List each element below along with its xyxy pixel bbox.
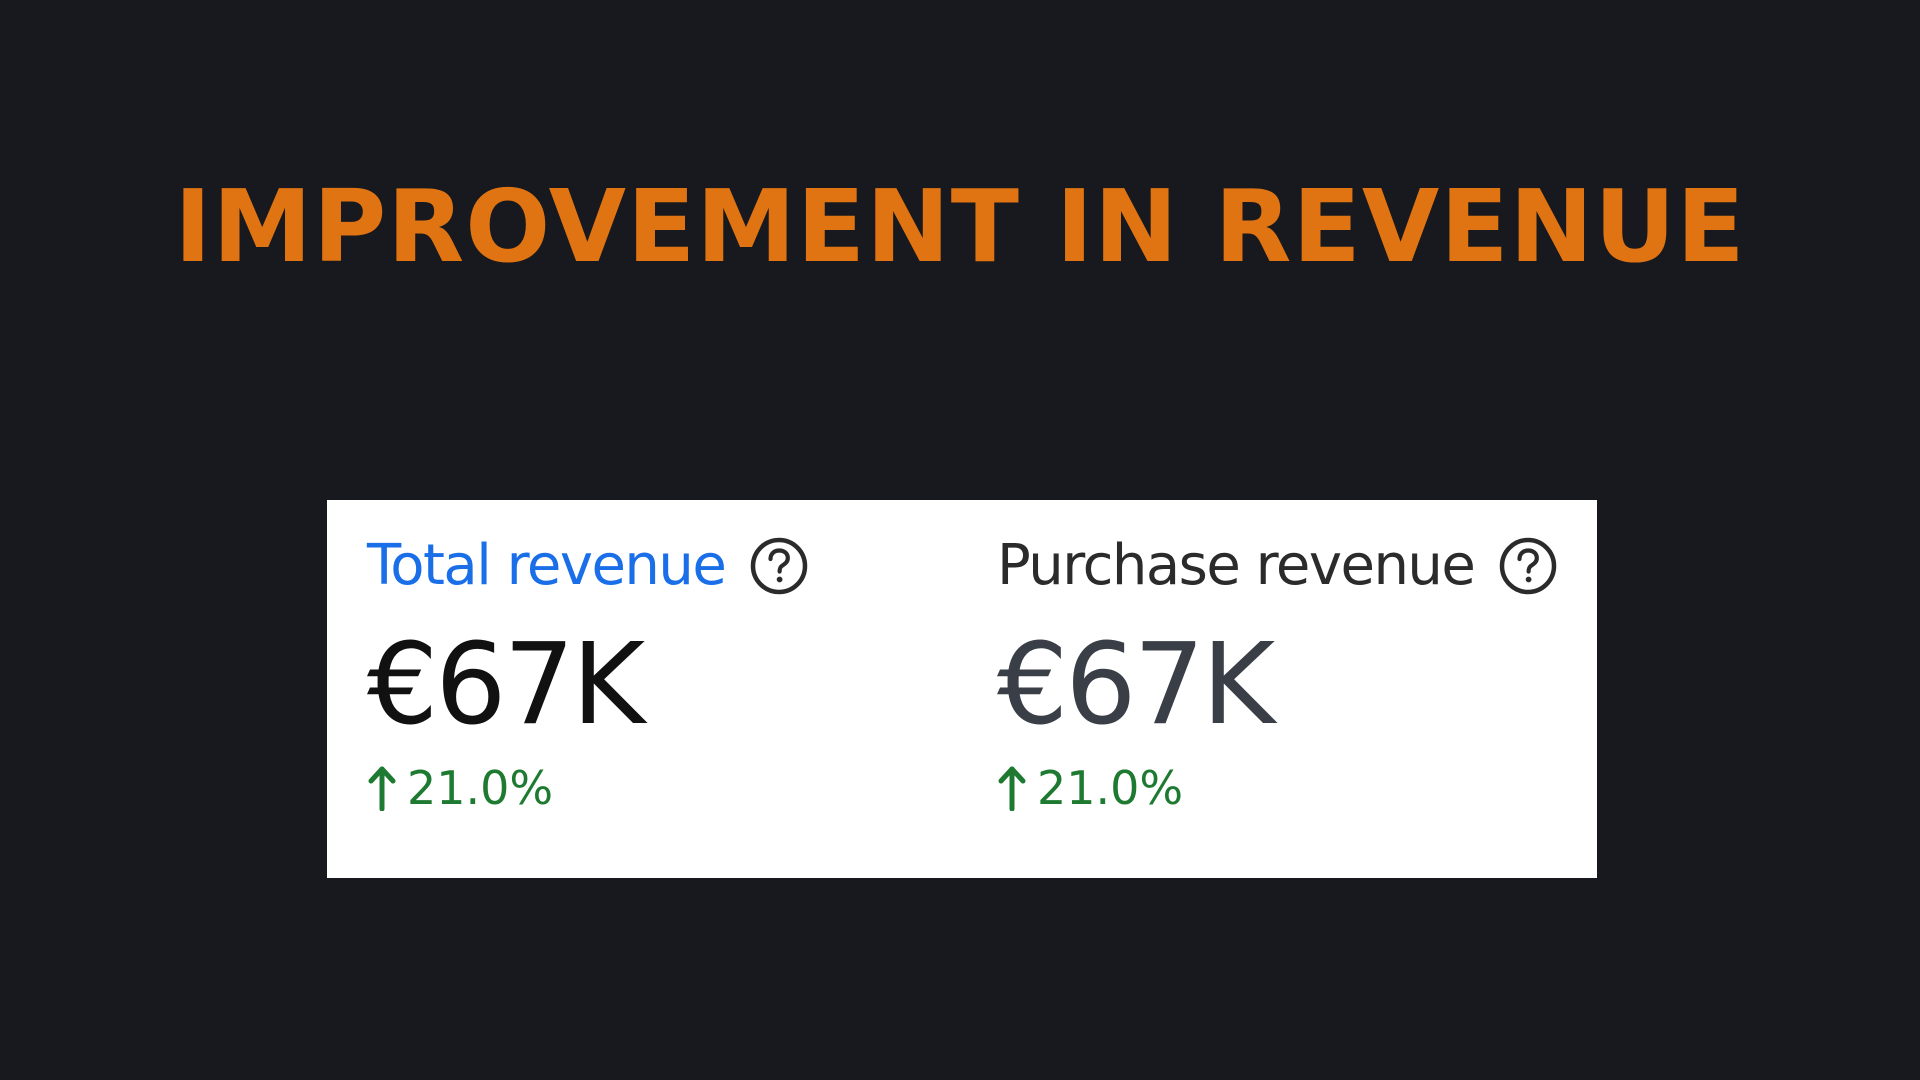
metric-label[interactable]: Purchase revenue bbox=[997, 530, 1476, 602]
arrow-up-icon bbox=[998, 766, 1026, 811]
change-percentage: 21.0% bbox=[1037, 761, 1184, 815]
metric-header: Purchase revenue bbox=[997, 530, 1557, 602]
metric-label[interactable]: Total revenue bbox=[367, 530, 727, 602]
arrow-up-icon bbox=[368, 766, 396, 811]
metric-value: €67K bbox=[367, 620, 645, 750]
metric-change: 21.0% bbox=[997, 760, 1557, 816]
question-circle-icon[interactable] bbox=[749, 536, 809, 596]
page-title: IMPROVEMENT IN REVENUE bbox=[174, 168, 1746, 285]
metric-header: Total revenue bbox=[367, 530, 927, 602]
metric-purchase-revenue[interactable]: Purchase revenue €67K 21.0% bbox=[997, 530, 1557, 850]
revenue-scorecard: Total revenue €67K 21.0% Purchase revenu… bbox=[327, 500, 1597, 878]
metric-value: €67K bbox=[997, 620, 1275, 750]
metric-change: 21.0% bbox=[367, 760, 927, 816]
change-percentage: 21.0% bbox=[407, 761, 554, 815]
metric-total-revenue[interactable]: Total revenue €67K 21.0% bbox=[367, 530, 927, 850]
question-circle-icon[interactable] bbox=[1498, 536, 1558, 596]
